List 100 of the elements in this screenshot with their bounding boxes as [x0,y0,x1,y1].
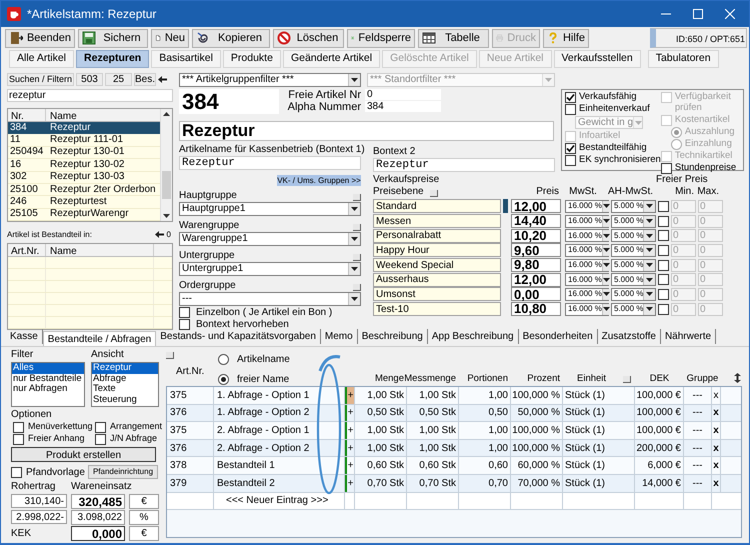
tab[interactable]: Basisartikel [151,50,221,68]
price-field[interactable]: 10,20 [511,228,561,243]
list-row[interactable]: 25100 Rezeptur 2ter Orderbon [8,184,160,196]
small-button[interactable] [623,376,631,383]
tab[interactable]: Memo [320,329,358,344]
radio-button[interactable] [218,354,229,365]
column-header[interactable]: Name [46,109,160,121]
plus-button[interactable]: + [345,422,355,439]
tab[interactable]: App Beschreibung [428,329,519,344]
checkbox[interactable] [13,422,24,432]
delete-button[interactable]: x [712,422,721,439]
column-header[interactable]: Name [46,244,154,256]
small-button[interactable] [353,224,361,231]
input-field[interactable]: 0 [365,89,441,100]
delete-button[interactable]: x [712,440,721,456]
delete-button[interactable]: x [712,387,721,404]
checkbox[interactable] [95,422,106,432]
tab[interactable]: Verkaufsstellen [554,50,641,68]
tax-dropdown[interactable]: 5.000 % [611,302,656,316]
tab[interactable]: Beschreibung [358,329,428,344]
column-header[interactable]: Nr. [8,109,46,121]
tax-dropdown[interactable]: 16.000 % [565,214,609,228]
checkbox[interactable] [565,104,576,115]
list-item[interactable]: nur Abfragen [12,384,84,394]
price-field[interactable]: 10,80 [511,302,561,316]
dropdown[interactable]: Warengruppe1 [179,232,361,246]
small-button[interactable] [430,190,438,197]
search-field[interactable]: rezeptur [7,89,173,102]
dropdown[interactable]: Untergruppe1 [179,262,361,276]
list-item[interactable]: Rezeptur [92,363,158,374]
list-item[interactable]: Alles [12,363,84,374]
delete-button[interactable]: x [712,474,721,492]
price-field[interactable]: 12,00 [511,272,561,287]
tax-dropdown[interactable]: 5.000 % [611,273,656,286]
scroll-down-icon[interactable] [163,214,170,218]
checkbox[interactable] [658,274,669,286]
delete-button[interactable]: x [712,404,721,422]
maximize-icon[interactable] [693,9,703,19]
scrollbar[interactable] [160,109,172,221]
tax-dropdown[interactable]: 16.000 % [565,273,609,286]
tab[interactable]: Alle Artikel [9,50,74,68]
checkbox[interactable] [658,230,669,242]
tab[interactable]: Bestandteile / Abfragen [42,331,156,346]
toolbar-button[interactable]: Feldsperre [347,28,415,48]
plus-button[interactable]: + [345,387,355,404]
price-field[interactable]: 0,00 [511,287,561,302]
toolbar-button[interactable]: Tabelle [418,28,489,48]
dropdown[interactable]: Hauptgruppe1 [179,202,361,216]
checkbox[interactable] [658,200,669,212]
tab[interactable]: Rezepturen [76,50,150,68]
list-row[interactable]: 384 Rezeptur [8,122,160,134]
list-item[interactable]: Abfrage [92,374,158,384]
tax-dropdown[interactable]: 16.000 % [565,200,609,213]
checkbox[interactable] [660,162,672,174]
tax-dropdown[interactable]: 16.000 % [565,229,609,242]
button[interactable]: Bes. [134,73,156,86]
tax-dropdown[interactable]: 5.000 % [611,214,656,228]
column-header[interactable]: DEK [650,374,670,383]
column-header[interactable]: Gruppe [686,374,718,383]
article-name-field[interactable]: Rezeptur [179,121,554,141]
toolbar-button[interactable]: Hilfe [543,28,589,48]
checkbox[interactable] [658,288,669,300]
tab[interactable]: Produkte [222,50,281,68]
price-field[interactable]: 9,60 [511,243,561,258]
toolbar-button[interactable]: Kopieren [192,28,270,48]
toolbar-button[interactable]: Beenden [5,28,75,48]
price-field[interactable]: 14,40 [511,214,561,228]
small-button[interactable] [353,284,361,291]
checkbox[interactable] [11,466,22,478]
checkbox[interactable] [179,306,190,318]
list-row[interactable]: 25105 RezepturWarengr [8,208,160,221]
tax-dropdown[interactable]: 5.000 % [611,258,656,272]
checkbox[interactable] [658,260,669,271]
checkbox[interactable] [658,244,669,256]
group-filter-dropdown[interactable]: *** Artikelgruppenfilter *** [179,73,361,87]
tax-dropdown[interactable]: 16.000 % [565,258,609,272]
list-item[interactable]: nur Bestandteile [12,374,84,384]
checkbox[interactable] [658,304,669,315]
tab[interactable]: Besonderheiten [518,329,598,344]
toolbar-button[interactable]: Neu [151,28,189,48]
tax-dropdown[interactable]: 5.000 % [611,288,656,301]
scroll-thumb[interactable] [162,171,171,199]
column-header[interactable]: Messmenge [404,374,456,383]
button[interactable]: Pfandeinrichtung [88,465,158,479]
input-field[interactable]: Rezeptur [373,158,555,172]
checkbox[interactable] [95,434,106,444]
dropdown[interactable]: --- [179,292,361,306]
tax-dropdown[interactable]: 16.000 % [565,302,609,316]
close-icon[interactable] [725,9,735,19]
checkbox[interactable] [565,92,576,103]
price-field[interactable]: 12,00 [511,199,561,214]
tab[interactable]: Zusatzstoffe [598,329,661,344]
tax-dropdown[interactable]: 16.000 % [565,244,609,257]
small-button[interactable] [353,254,361,261]
input-field[interactable]: 384 [365,101,441,112]
list-row[interactable]: 16 Rezeptur 130-02 [8,159,160,172]
button[interactable]: VK- / Ums. Gruppen >> [277,175,361,186]
small-button[interactable] [353,194,361,201]
toolbar-button[interactable]: Löschen [273,28,344,48]
tab[interactable]: Geänderte Artikel [282,50,380,68]
